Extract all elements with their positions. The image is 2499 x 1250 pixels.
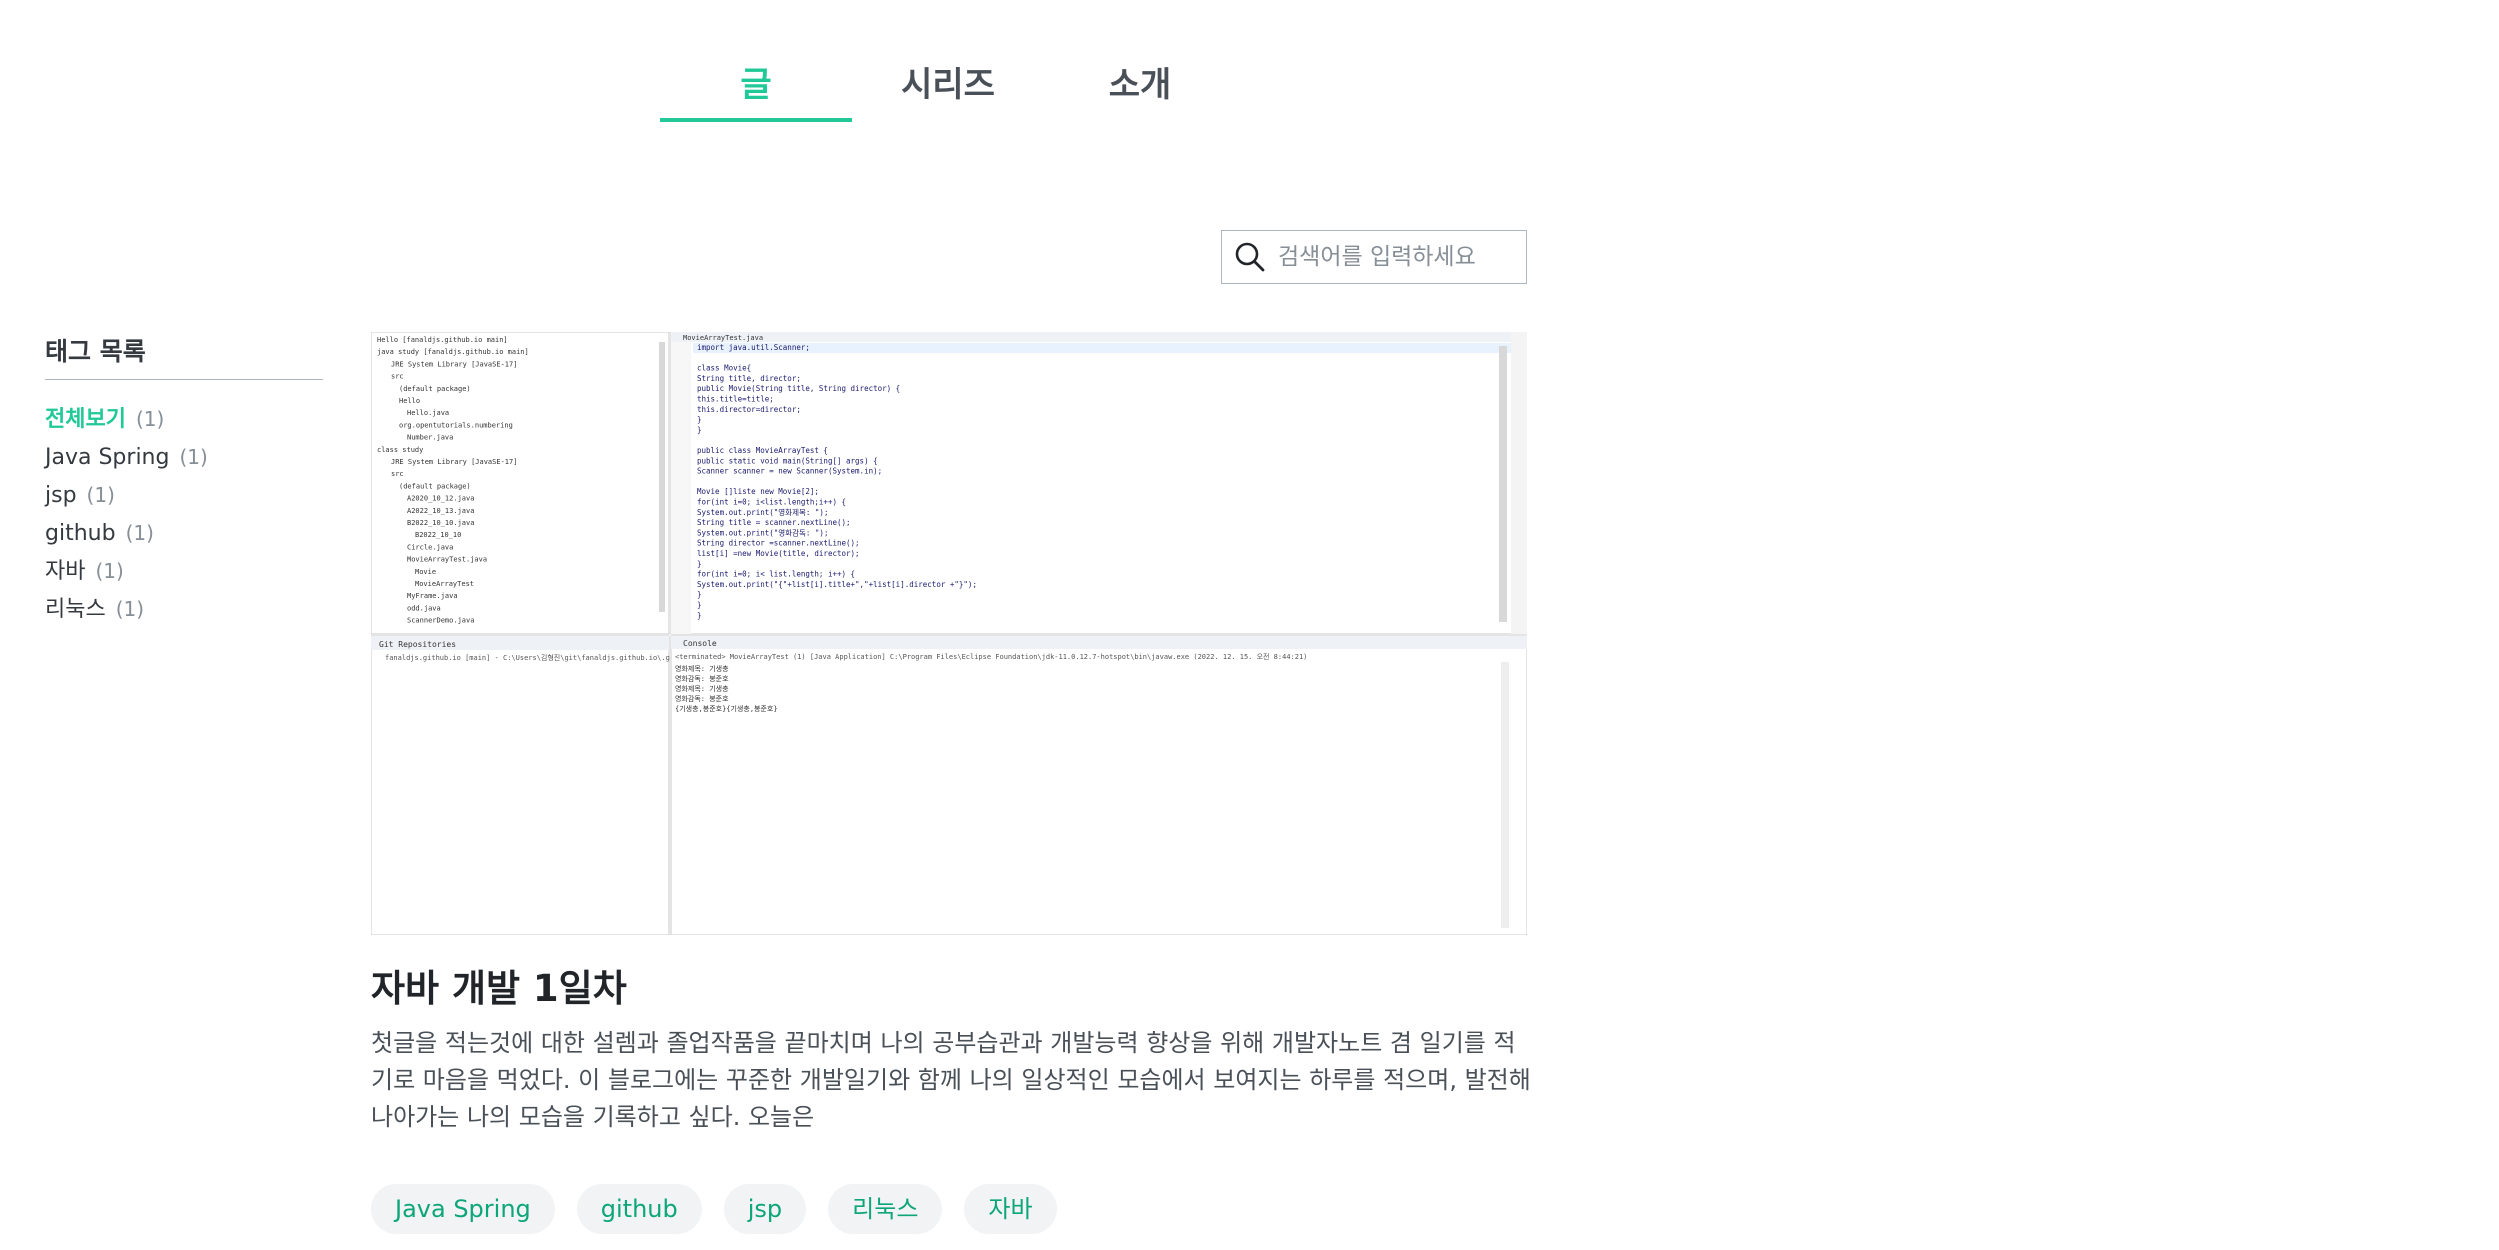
console-line: {기생충,봉준호}{기생충,봉준호}: [675, 704, 778, 713]
code-line: System.out.print("영화감독: ");: [697, 527, 828, 537]
search-icon: [1235, 242, 1265, 272]
console-line: 영화제목: 기생충: [675, 684, 729, 693]
tree-item: JRE System Library [JavaSE-17]: [391, 458, 517, 466]
tree-item: B2022_10_10: [415, 531, 461, 539]
code-line: }: [697, 611, 702, 620]
tree-item: JRE System Library [JavaSE-17]: [391, 360, 517, 368]
tag-item-java-spring[interactable]: Java Spring (1): [45, 438, 208, 476]
tag-name: 자바: [45, 559, 86, 584]
tag-item-linux[interactable]: 리눅스 (1): [45, 590, 208, 628]
tag-item-java[interactable]: 자바 (1): [45, 552, 208, 590]
tag-list-title: 태그 목록: [45, 337, 146, 366]
tree-item: MovieArrayTest: [415, 580, 474, 588]
tag-count: (1): [135, 407, 165, 431]
tag-name: github: [45, 521, 116, 546]
ide-screenshot: Hello [fanaldjs.github.io main] java stud…: [371, 332, 1527, 935]
tag-count: (1): [179, 445, 208, 469]
tree-item: Hello: [399, 397, 420, 405]
tree-item: Hello.java: [407, 409, 449, 417]
code-line: this.director=director;: [697, 405, 801, 414]
post-tag[interactable]: github: [576, 1184, 702, 1234]
tag-name: Java Spring: [45, 445, 170, 470]
code-line: this.title=title;: [697, 395, 774, 404]
active-tab-indicator: [660, 118, 852, 122]
git-panel-line: fanaldjs.github.io [main] - C:\Users\김형진…: [385, 653, 678, 662]
tree-item: src: [391, 470, 404, 478]
tree-item: Movie: [415, 568, 436, 576]
tag-name: 전체보기: [45, 407, 126, 432]
code-line: }: [697, 425, 702, 434]
search-box[interactable]: [1221, 230, 1527, 284]
code-line: import java.util.Scanner;: [697, 343, 810, 352]
tree-item: src: [391, 373, 404, 381]
tag-item-jsp[interactable]: jsp (1): [45, 476, 208, 514]
console-header: <terminated> MovieArrayTest (1) [Java Ap…: [675, 652, 1307, 661]
code-line: String director =scanner.nextLine();: [697, 539, 860, 548]
search-input[interactable]: [1276, 243, 1520, 271]
code-line: Movie []liste new Movie[2];: [697, 487, 819, 496]
tab-posts[interactable]: 글: [660, 46, 852, 124]
code-line: for(int i=0; i< list.length; i++) {: [697, 570, 855, 579]
tag-name: jsp: [45, 483, 77, 508]
code-line: list[i] =new Movie(title, director);: [697, 549, 860, 558]
code-line: System.out.print("영화제목: ");: [697, 507, 828, 517]
tree-item: MyFrame.java: [407, 592, 458, 600]
tag-count: (1): [115, 597, 145, 621]
code-line: class Movie{: [697, 364, 751, 373]
code-line: String title = scanner.nextLine();: [697, 518, 851, 527]
post-title[interactable]: 자바 개발 1일차: [371, 958, 627, 1012]
tree-item: Number.java: [407, 434, 453, 442]
tree-item: A2020_10_12.java: [407, 495, 474, 503]
post-description: 첫글을 적는것에 대한 설렘과 졸업작품을 끝마치며 나의 공부습관과 개발능력…: [371, 1029, 1531, 1131]
tree-item: B2022_10_10.java: [407, 519, 474, 527]
tree-item: A2022_10_13.java: [407, 507, 474, 515]
tree-item: ScannerDemo.java: [407, 617, 474, 625]
tree-item: odd.java: [407, 604, 441, 612]
code-line: }: [697, 415, 702, 424]
post-tag[interactable]: 자바: [964, 1184, 1057, 1234]
code-line: String title, director;: [697, 374, 801, 383]
console-line: 영화제목: 기생충: [675, 664, 729, 673]
tag-item-github[interactable]: github (1): [45, 514, 208, 552]
tree-item: MovieArrayTest.java: [407, 556, 487, 564]
code-line: Scanner scanner = new Scanner(System.in)…: [697, 467, 882, 476]
code-line: }: [697, 559, 702, 568]
code-line: System.out.print("{"+list[i].title+","+l…: [697, 580, 977, 589]
tree-item: (default package): [399, 482, 471, 490]
tag-item-all[interactable]: 전체보기 (1): [45, 400, 208, 438]
console-title: Console: [683, 639, 717, 648]
tab-series[interactable]: 시리즈: [852, 46, 1044, 124]
tag-name: 리눅스: [45, 597, 106, 622]
code-line: }: [697, 590, 702, 599]
post-tag[interactable]: jsp: [723, 1184, 807, 1234]
tree-item: Hello [fanaldjs.github.io main]: [377, 336, 508, 344]
tag-count: (1): [86, 483, 115, 507]
divider: [45, 379, 323, 380]
code-line: }: [697, 601, 702, 610]
git-panel-title: Git Repositories: [379, 640, 456, 649]
post-tags: Java Spring github jsp 리눅스 자바: [371, 1184, 1079, 1234]
post-tag[interactable]: 리눅스: [828, 1184, 943, 1234]
tab-about[interactable]: 소개: [1044, 46, 1236, 124]
code-line: public static void main(String[] args) {: [697, 456, 878, 465]
post-thumbnail[interactable]: Hello [fanaldjs.github.io main] java stud…: [371, 332, 1527, 935]
post-tag[interactable]: Java Spring: [371, 1184, 555, 1234]
tag-list: 전체보기 (1) Java Spring (1) jsp (1) github (1) …: [45, 400, 208, 628]
editor-tab-label: MovieArrayTest.java: [683, 334, 763, 342]
tag-count: (1): [125, 521, 154, 545]
console-line: 영화감독: 봉준호: [675, 674, 729, 683]
tree-item: (default package): [399, 385, 471, 393]
tree-item: org.opentutorials.numbering: [399, 421, 513, 429]
code-line: public class MovieArrayTest {: [697, 446, 828, 455]
code-line: public Movie(String title, String direct…: [697, 384, 900, 393]
post-tabs: 글 시리즈 소개: [660, 46, 1236, 124]
tag-count: (1): [95, 559, 124, 583]
code-line: for(int i=0; i<list.length;i++) {: [697, 498, 846, 507]
tree-item: java study [fanaldjs.github.io main]: [377, 348, 529, 356]
console-line: 영화감독: 봉준호: [675, 694, 729, 703]
tree-item: class study: [377, 446, 423, 454]
tree-item: Circle.java: [407, 543, 453, 551]
